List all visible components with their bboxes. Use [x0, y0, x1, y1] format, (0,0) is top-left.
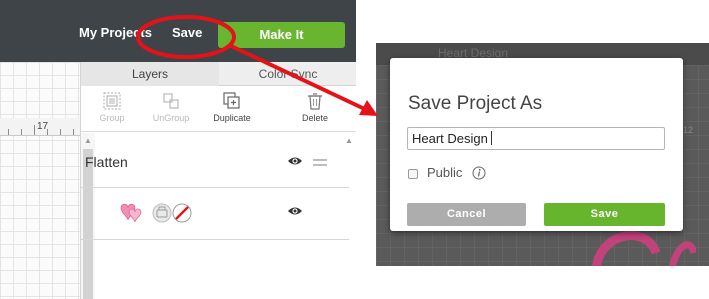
layer-thumbnail-icons: [120, 203, 192, 223]
delete-button[interactable]: Delete: [287, 92, 343, 123]
group-label: Group: [99, 113, 125, 123]
layers-toolbar: Group UnGroup Duplicate Delete: [81, 86, 356, 132]
ruler-label-background: 12: [683, 125, 694, 135]
project-name-input[interactable]: Heart Design: [407, 127, 665, 150]
my-projects-link[interactable]: My Projects: [79, 25, 152, 40]
scroll-up-icon[interactable]: ▲: [84, 136, 92, 145]
duplicate-label: Duplicate: [213, 113, 251, 123]
dialog-title: Save Project As: [408, 93, 543, 114]
cancel-button[interactable]: Cancel: [407, 203, 526, 226]
make-it-button[interactable]: Make It: [218, 22, 345, 48]
group-button[interactable]: Group: [84, 92, 140, 123]
public-label: Public: [427, 165, 463, 180]
ruler: 17: [0, 118, 80, 136]
layer-row-flatten[interactable]: Flatten: [81, 147, 349, 187]
layers-panel: Layers Color Sync Group UnGroup Duplicat…: [80, 62, 356, 299]
ungroup-icon: [163, 93, 179, 109]
ungroup-label: UnGroup: [152, 113, 190, 123]
canvas-grid[interactable]: [0, 62, 80, 299]
duplicate-button[interactable]: Duplicate: [204, 92, 260, 123]
design-space-panel: My Projects Save Make It 17 Layers Color…: [0, 0, 356, 299]
save-button[interactable]: Save: [544, 203, 665, 226]
scroll-up-right-icon[interactable]: ▲: [345, 136, 353, 145]
text-caret: [490, 131, 492, 145]
project-name-value: Heart Design: [412, 131, 488, 146]
duplicate-icon: [223, 92, 240, 109]
tab-color-sync[interactable]: Color Sync: [219, 62, 356, 86]
public-checkbox[interactable]: [408, 169, 418, 179]
ruler-label: 17: [37, 121, 49, 132]
layers-tab-bar: Layers Color Sync: [81, 62, 356, 86]
tab-layers[interactable]: Layers: [81, 62, 219, 86]
layer-list: ▲ ▲ Flatten: [81, 133, 356, 299]
info-icon[interactable]: [472, 166, 486, 180]
group-icon: [103, 92, 121, 110]
save-project-dialog: Save Project As Heart Design Public Canc…: [390, 58, 683, 231]
eye-icon[interactable]: [287, 205, 303, 217]
top-bar: My Projects Save Make It: [0, 0, 356, 62]
delete-label: Delete: [301, 113, 328, 123]
drag-handle-icon[interactable]: [313, 159, 327, 169]
layer-row-item[interactable]: [81, 188, 349, 240]
trash-icon: [308, 93, 322, 110]
ungroup-button[interactable]: UnGroup: [143, 92, 199, 123]
eye-icon[interactable]: [287, 155, 303, 167]
layer-label: Flatten: [85, 154, 128, 170]
screenshot: My Projects Save Make It 17 Layers Color…: [0, 0, 709, 299]
save-dialog-screenshot: Heart Design 12 Save Project As Heart De…: [376, 43, 709, 266]
save-link[interactable]: Save: [172, 25, 202, 40]
